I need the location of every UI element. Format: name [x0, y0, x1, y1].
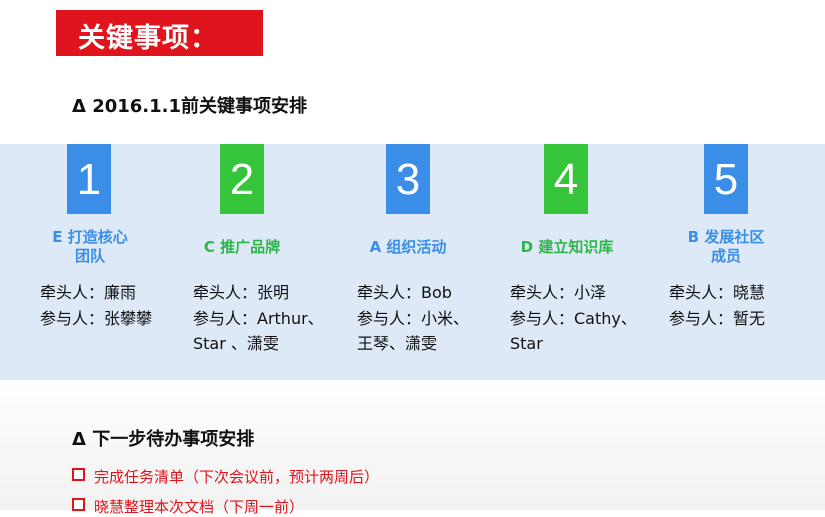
item-number-4: 4 [544, 144, 588, 214]
item-members-3-cont: 王琴、潇雯 [357, 334, 438, 353]
item-category-1: E 打造核心 团队 [35, 228, 145, 266]
square-bullet-icon [72, 498, 85, 511]
item-members-2: 参与人：Arthur、 [193, 308, 324, 328]
item-number-3: 3 [386, 144, 430, 214]
item-lead-4: 牵头人：小泽 [510, 283, 607, 302]
item-members-2-cont: Star 、潇雯 [193, 334, 279, 353]
item-category-1-line2: 团队 [74, 247, 105, 265]
item-members-5: 参与人：暂无 [669, 308, 766, 328]
item-number-2: 2 [220, 144, 264, 214]
item-number-1: 1 [67, 144, 111, 214]
item-number-5: 5 [704, 144, 748, 214]
item-people-5: 牵头人：晓慧 参与人：暂无 [669, 280, 765, 331]
item-lead-2: 牵头人：张明 [193, 283, 290, 302]
section-heading-next-steps: Δ 下一步待办事项安排 [72, 429, 255, 450]
item-people-3: 牵头人：Bob 参与人：小米、 王琴、潇雯 [357, 280, 469, 357]
item-people-2: 牵头人：张明 参与人：Arthur、 Star 、潇雯 [193, 280, 324, 357]
todo-text-2: 晓慧整理本次文档（下周一前） [94, 498, 305, 516]
key-items-band: 1 E 打造核心 团队 牵头人：廉雨 参与人：张攀攀 2 C 推广品牌 牵头人：… [0, 144, 825, 380]
item-members-4-cont: Star [510, 334, 543, 353]
title-banner: 关键事项： [56, 10, 263, 56]
item-lead-1: 牵头人：廉雨 [40, 283, 137, 302]
todo-text-1: 完成任务清单（下次会议前，预计两周后） [94, 468, 380, 486]
item-category-5-line1: B 发展社区 [687, 228, 765, 246]
item-category-5: B 发展社区 成员 [671, 228, 781, 266]
item-category-1-line1: E 打造核心 [52, 228, 128, 246]
page-title: 关键事项： [78, 23, 218, 54]
item-category-2: C 推广品牌 [203, 238, 281, 256]
item-members-4: 参与人：Cathy、 [510, 308, 637, 328]
item-people-1: 牵头人：廉雨 参与人：张攀攀 [40, 280, 152, 331]
item-members-3: 参与人：小米、 [357, 308, 470, 328]
item-people-4: 牵头人：小泽 参与人：Cathy、 Star [510, 280, 637, 357]
section-heading-key-items: Δ 2016.1.1前关键事项安排 [72, 96, 308, 117]
item-category-5-line2: 成员 [710, 247, 741, 265]
item-members-1: 参与人：张攀攀 [40, 308, 153, 328]
todo-item-1: 完成任务清单（下次会议前，预计两周后） [72, 466, 379, 487]
item-lead-3: 牵头人：Bob [357, 283, 452, 302]
square-bullet-icon [72, 468, 85, 481]
item-lead-5: 牵头人：晓慧 [669, 283, 766, 302]
todo-item-2: 晓慧整理本次文档（下周一前） [72, 496, 304, 517]
item-category-4: D 建立知识库 [520, 238, 614, 256]
item-category-3: A 组织活动 [369, 238, 447, 256]
